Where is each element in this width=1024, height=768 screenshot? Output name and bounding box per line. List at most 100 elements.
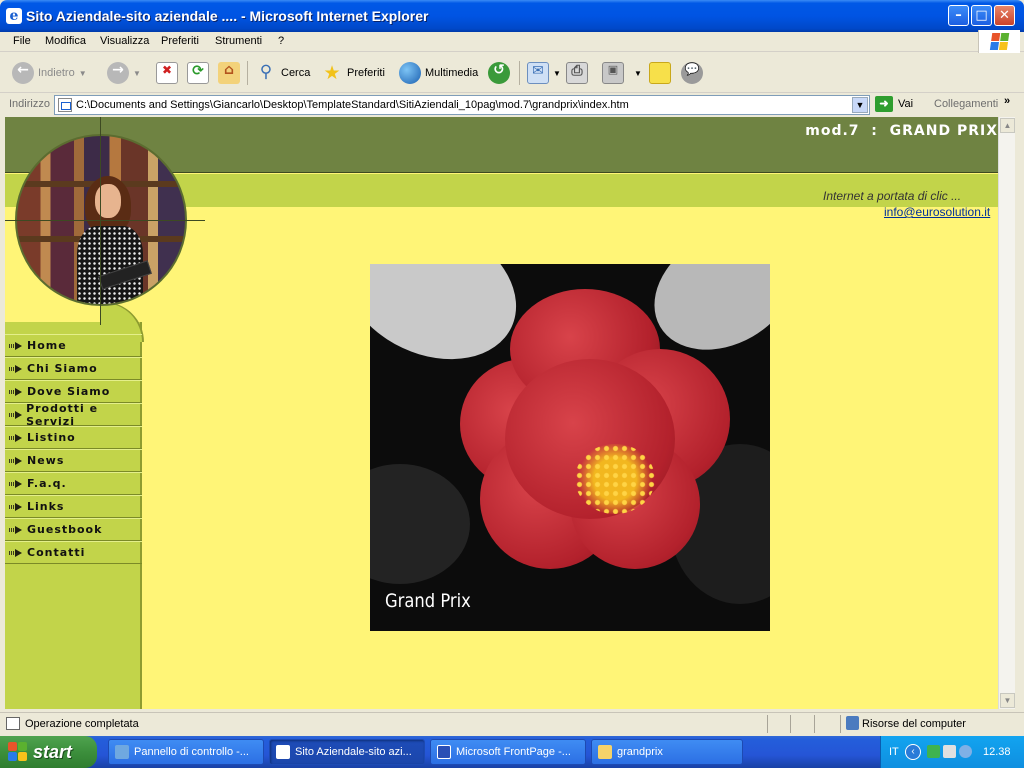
menu-file[interactable]: File xyxy=(13,35,31,47)
task-label: Pannello di controllo -... xyxy=(134,746,249,758)
task-frontpage[interactable]: Microsoft FrontPage -... xyxy=(430,739,586,765)
monitor-icon[interactable] xyxy=(943,745,956,758)
media-button[interactable]: Multimedia xyxy=(399,60,478,86)
go-button[interactable]: ➜ Vai xyxy=(875,96,913,112)
nav-item-dove-siamo[interactable]: Dove Siamo xyxy=(5,380,142,403)
nav-item-prodotti[interactable]: Prodotti e Servizi xyxy=(5,402,142,428)
window-title: Sito Aziendale-sito aziendale .... - Mic… xyxy=(26,8,429,24)
menu-preferiti[interactable]: Preferiti xyxy=(161,35,199,47)
menu-modifica[interactable]: Modifica xyxy=(45,35,86,47)
refresh-button[interactable]: ⟳ xyxy=(187,60,209,86)
print-button[interactable]: ⎙ xyxy=(566,60,588,86)
address-url: C:\Documents and Settings\Giancarlo\Desk… xyxy=(76,99,629,111)
forward-button[interactable]: → ▼ xyxy=(107,60,141,86)
menu-help[interactable]: ? xyxy=(278,35,284,47)
nav-label: News xyxy=(27,454,65,467)
toolbar: ← Indietro ▼ → ▼ ✖ ⟳ ⌂ ⚲ Cerca ★ Preferi… xyxy=(0,53,1024,93)
windows-flag-icon xyxy=(989,33,1011,51)
language-indicator[interactable]: IT xyxy=(889,746,899,758)
nav-item-home[interactable]: Home xyxy=(5,334,142,357)
arrow-icon xyxy=(9,410,23,419)
nav-item-listino[interactable]: Listino xyxy=(5,426,142,449)
chevron-right-icon[interactable]: » xyxy=(1004,95,1010,107)
arrow-icon xyxy=(9,525,22,534)
mail-icon: ✉ xyxy=(527,62,549,84)
task-folder[interactable]: grandprix xyxy=(591,739,743,765)
nav-item-links[interactable]: Links xyxy=(5,495,142,518)
nav-label: Home xyxy=(27,339,67,352)
nav-item-chi-siamo[interactable]: Chi Siamo xyxy=(5,357,142,380)
edit-icon: ▣ xyxy=(602,62,624,84)
media-label: Multimedia xyxy=(425,67,479,79)
nav-label: Chi Siamo xyxy=(27,362,98,375)
crosshair-line xyxy=(100,117,101,325)
nav-item-faq[interactable]: F.a.q. xyxy=(5,472,142,495)
menu-visualizza[interactable]: Visualizza xyxy=(100,35,149,47)
vertical-scrollbar[interactable]: ▲ ▼ xyxy=(998,117,1015,709)
favorites-button[interactable]: ★ Preferiti xyxy=(321,60,384,86)
back-button[interactable]: ← Indietro ▼ xyxy=(12,60,87,86)
nav-item-contatti[interactable]: Contatti xyxy=(5,541,142,564)
stamens xyxy=(575,444,655,514)
links-toolbar[interactable]: Collegamenti xyxy=(934,98,998,110)
windows-flag-icon xyxy=(8,742,28,762)
tagline: Internet a portata di clic ... xyxy=(823,189,962,203)
status-divider xyxy=(814,715,815,733)
notes-button[interactable] xyxy=(649,60,671,86)
chevron-down-icon: ▼ xyxy=(553,68,561,78)
arrow-icon xyxy=(9,433,22,442)
edit-button[interactable]: ▣ ▼ xyxy=(602,60,642,86)
status-divider xyxy=(767,715,768,733)
start-button[interactable]: start xyxy=(0,736,97,768)
mail-button[interactable]: ✉ ▼ xyxy=(527,60,561,86)
email-link[interactable]: info@eurosolution.it xyxy=(884,205,990,219)
nav-label: Guestbook xyxy=(27,523,103,536)
arrow-icon xyxy=(9,548,22,557)
arrow-icon xyxy=(9,341,22,350)
home-button[interactable]: ⌂ xyxy=(218,60,240,86)
hero-caption: Grand Prix xyxy=(385,590,471,612)
search-button[interactable]: ⚲ Cerca xyxy=(255,60,311,86)
task-label: Sito Aziendale-sito azi... xyxy=(295,746,412,758)
task-ie-window[interactable]: Sito Aziendale-sito azi... xyxy=(269,739,425,765)
crosshair-line xyxy=(5,220,205,221)
address-input[interactable]: C:\Documents and Settings\Giancarlo\Desk… xyxy=(54,95,870,115)
chevron-left-icon[interactable]: ‹ xyxy=(905,744,921,760)
note-icon xyxy=(649,62,671,84)
star-icon: ★ xyxy=(323,62,341,84)
globe-icon[interactable] xyxy=(959,745,972,758)
nav-label: Links xyxy=(27,500,65,513)
task-control-panel[interactable]: Pannello di controllo -... xyxy=(108,739,264,765)
history-button[interactable]: ↺ xyxy=(488,60,510,86)
arrow-icon xyxy=(9,364,22,373)
nav-menu: Home Chi Siamo Dove Siamo Prodotti e Ser… xyxy=(5,334,142,564)
nav-item-guestbook[interactable]: Guestbook xyxy=(5,518,142,541)
nav-label: F.a.q. xyxy=(27,477,67,490)
security-zone: Risorse del computer xyxy=(862,718,966,730)
home-icon: ⌂ xyxy=(218,62,240,84)
system-tray: IT ‹ 12.38 xyxy=(880,736,1024,768)
windows-logo xyxy=(978,30,1020,54)
maximize-button[interactable]: □ xyxy=(971,5,992,26)
refresh-icon: ⟳ xyxy=(187,62,209,84)
title-bar[interactable]: e Sito Aziendale-sito aziendale .... - M… xyxy=(0,0,1024,32)
address-dropdown-button[interactable]: ▼ xyxy=(852,97,868,113)
history-icon: ↺ xyxy=(488,62,510,84)
network-icon[interactable] xyxy=(927,745,940,758)
chevron-down-icon: ▼ xyxy=(78,68,87,78)
frontpage-icon xyxy=(437,745,451,759)
scroll-down-icon[interactable]: ▼ xyxy=(1000,693,1015,708)
messenger-button[interactable]: 💬 xyxy=(681,60,703,86)
go-arrow-icon: ➜ xyxy=(875,96,893,112)
nav-item-news[interactable]: News xyxy=(5,449,142,472)
minimize-button[interactable]: – xyxy=(948,5,969,26)
stop-button[interactable]: ✖ xyxy=(156,60,178,86)
print-icon: ⎙ xyxy=(566,62,588,84)
toolbar-separator xyxy=(519,61,520,85)
messenger-icon: 💬 xyxy=(681,62,703,84)
menu-strumenti[interactable]: Strumenti xyxy=(215,35,262,47)
close-button[interactable]: ✕ xyxy=(994,5,1015,26)
scroll-up-icon[interactable]: ▲ xyxy=(1000,118,1015,133)
status-text: Operazione completata xyxy=(25,718,139,730)
toolbar-separator xyxy=(247,61,248,85)
